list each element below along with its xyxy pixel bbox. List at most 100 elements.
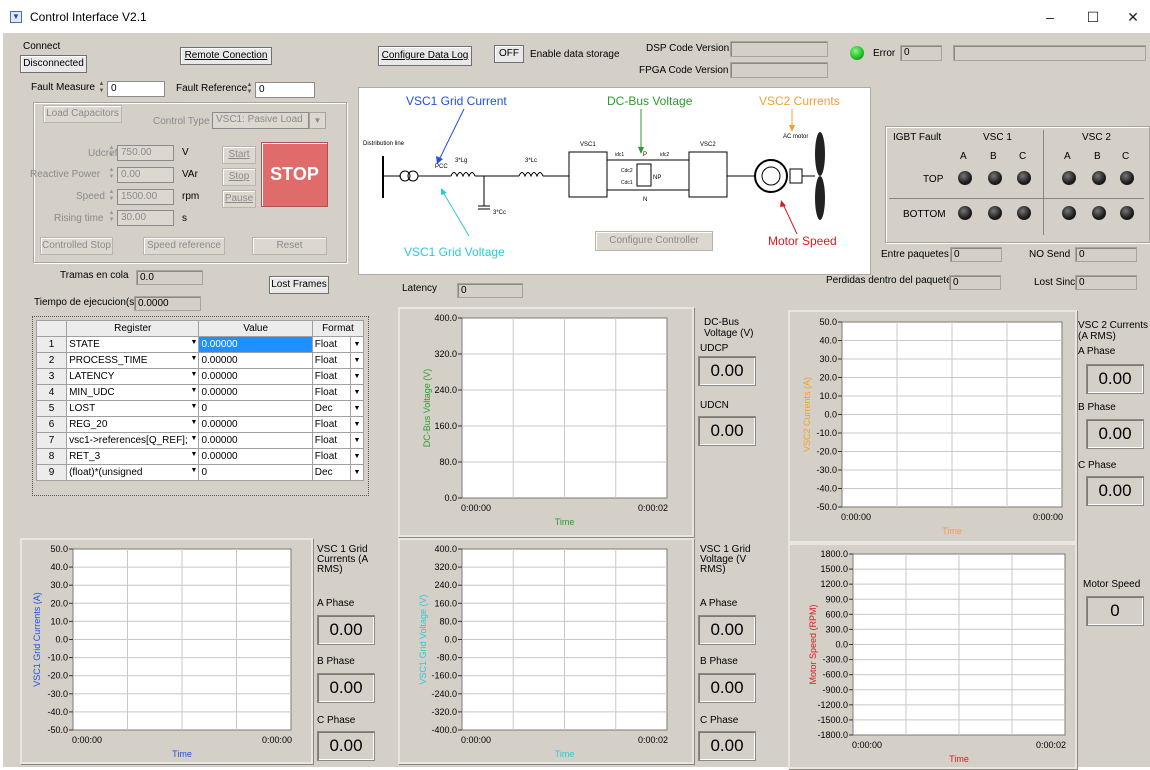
load-capacitors-button[interactable]: Load Capacitors [43,105,122,123]
table-row[interactable]: 9 (float)*(unsigned ▼ 0 Dec ▼ [35,464,365,481]
chevron-down-icon[interactable]: ▼ [191,339,198,346]
tramas-value: 0.0 [136,270,203,285]
chevron-down-icon[interactable]: ▼ [191,451,198,458]
rising-time-input[interactable]: 30.00 [117,210,174,226]
configure-controller-button[interactable]: Configure Controller [595,231,713,251]
register-cell[interactable]: REG_20 ▼ [66,416,200,433]
fault-measure-spinner[interactable]: ▲ ▼ [97,81,106,95]
reset-button[interactable]: Reset [252,237,327,255]
value-cell[interactable]: 0.00000 [198,368,313,385]
value-cell[interactable]: 0.00000 [198,384,313,401]
chevron-down-icon[interactable]: ▼ [349,368,365,385]
format-cell[interactable]: Float [311,448,351,465]
window-title: Control Interface V2.1 [30,10,147,24]
start-button[interactable]: Start [222,146,256,164]
connect-label: Connect [23,41,61,52]
y-tick-label: -300.0 [822,655,848,665]
value-cell[interactable]: 0.00000 [198,352,313,369]
register-cell[interactable]: LOST ▼ [66,400,200,417]
grid-voltage-readout-title: VSC 1 Grid Voltage (V RMS) [700,544,751,575]
chevron-down-icon[interactable]: ▼ [191,403,198,410]
table-row[interactable]: 6 REG_20 ▼ 0.00000 Float ▼ [35,416,365,433]
reactive-power-label: Reactive Power [30,169,101,180]
row-number: 7 [35,432,68,449]
fault-reference-input[interactable]: 0 [255,82,315,98]
y-axis-label: DC-Bus Voltage (V) [422,369,432,448]
stop-button[interactable]: STOP [261,142,328,207]
value-cell[interactable]: 0.00000 [198,336,313,353]
format-cell[interactable]: Dec [311,400,351,417]
chevron-down-icon[interactable]: ▼ [349,352,365,369]
table-row[interactable]: 5 LOST ▼ 0 Dec ▼ [35,400,365,417]
stop-small-button[interactable]: Stop [222,168,256,186]
y-tick-label: -40.0 [47,707,68,717]
value-cell[interactable]: 0.00000 [198,416,313,433]
chevron-down-icon[interactable]: ▼ [349,448,365,465]
register-cell[interactable]: (float)*(unsigned ▼ [66,464,200,481]
rising-time-spinner[interactable]: ▲ ▼ [107,210,116,224]
chevron-down-icon[interactable]: ▼ [191,355,198,362]
reactive-power-input[interactable]: 0.00 [117,167,174,183]
remote-connection-button[interactable]: Remote Conection [180,47,272,65]
fault-measure-input[interactable]: 0 [107,81,165,97]
chevron-down-icon[interactable]: ▼ [349,384,365,401]
chevron-down-icon[interactable]: ▼ [349,416,365,433]
chevron-down-icon[interactable]: ▼ [349,432,365,449]
register-cell[interactable]: vsc1->references[Q_REF]; ▼ [66,432,200,449]
fault-reference-spinner[interactable]: ▲ ▼ [245,82,254,96]
format-cell[interactable]: Float [311,384,351,401]
chevron-down-icon[interactable]: ▼ [191,371,198,378]
table-row[interactable]: 2 PROCESS_TIME ▼ 0.00000 Float ▼ [35,352,365,369]
table-row[interactable]: 7 vsc1->references[Q_REF]; ▼ 0.00000 Float ▼ [35,432,365,449]
close-button[interactable]: ✕ [1118,6,1148,28]
column-header-format: Format [311,320,365,337]
pause-button[interactable]: Pause [222,190,256,208]
register-cell[interactable]: LATENCY ▼ [66,368,200,385]
configure-data-log-button[interactable]: Configure Data Log [378,46,472,66]
x-tick-label: 0:00:00 [1033,512,1063,522]
chevron-down-icon[interactable]: ▼ [191,435,198,442]
chevron-down-icon[interactable]: ▼ [349,336,365,353]
control-type-select[interactable]: VSC1: Pasive Load [212,112,309,129]
chevron-down-icon[interactable]: ▼ [309,112,326,129]
format-cell[interactable]: Float [311,416,351,433]
data-storage-toggle[interactable]: OFF [494,45,524,63]
register-cell[interactable]: RET_3 ▼ [66,448,200,465]
lost-frames-button[interactable]: Lost Frames [269,276,329,294]
chevron-down-icon[interactable]: ▼ [191,419,198,426]
format-cell[interactable]: Dec [311,464,351,481]
register-cell[interactable]: PROCESS_TIME ▼ [66,352,200,369]
format-cell[interactable]: Float [311,368,351,385]
table-row[interactable]: 4 MIN_UDC ▼ 0.00000 Float ▼ [35,384,365,401]
chevron-down-icon[interactable]: ▼ [349,464,365,481]
table-row[interactable]: 1 STATE ▼ 0.00000 Float ▼ [35,336,365,353]
udcref-spinner[interactable]: ▲ ▼ [107,145,116,159]
value-cell[interactable]: 0.00000 [198,432,313,449]
vsc1-label: VSC1 [580,142,596,148]
value-cell[interactable]: 0 [198,400,313,417]
error-label: Error [873,48,896,59]
format-cell[interactable]: Float [311,352,351,369]
speed-input[interactable]: 1500.00 [117,189,174,205]
table-row[interactable]: 8 RET_3 ▼ 0.00000 Float ▼ [35,448,365,465]
speed-spinner[interactable]: ▲ ▼ [107,189,116,203]
y-tick-label: 50.0 [50,544,68,554]
chevron-down-icon[interactable]: ▼ [191,387,198,394]
minimize-button[interactable]: – [1035,6,1065,28]
format-cell[interactable]: Float [311,432,351,449]
reactive-power-spinner[interactable]: ▲ ▼ [107,167,116,181]
speed-reference-button[interactable]: Speed reference [143,237,225,255]
value-cell[interactable]: 0 [198,464,313,481]
chevron-down-icon[interactable]: ▼ [349,400,365,417]
maximize-button[interactable]: ☐ [1078,6,1108,28]
connect-status-button[interactable]: Disconnected [20,55,87,73]
table-row[interactable]: 3 LATENCY ▼ 0.00000 Float ▼ [35,368,365,385]
igbt-divider-h [889,198,1144,199]
register-cell[interactable]: STATE ▼ [66,336,200,353]
value-cell[interactable]: 0.00000 [198,448,313,465]
udcref-input[interactable]: 750.00 [117,145,174,161]
chevron-down-icon[interactable]: ▼ [191,467,198,474]
register-cell[interactable]: MIN_UDC ▼ [66,384,200,401]
format-cell[interactable]: Float [311,336,351,353]
controlled-stop-button[interactable]: Controlled Stop [40,237,113,255]
